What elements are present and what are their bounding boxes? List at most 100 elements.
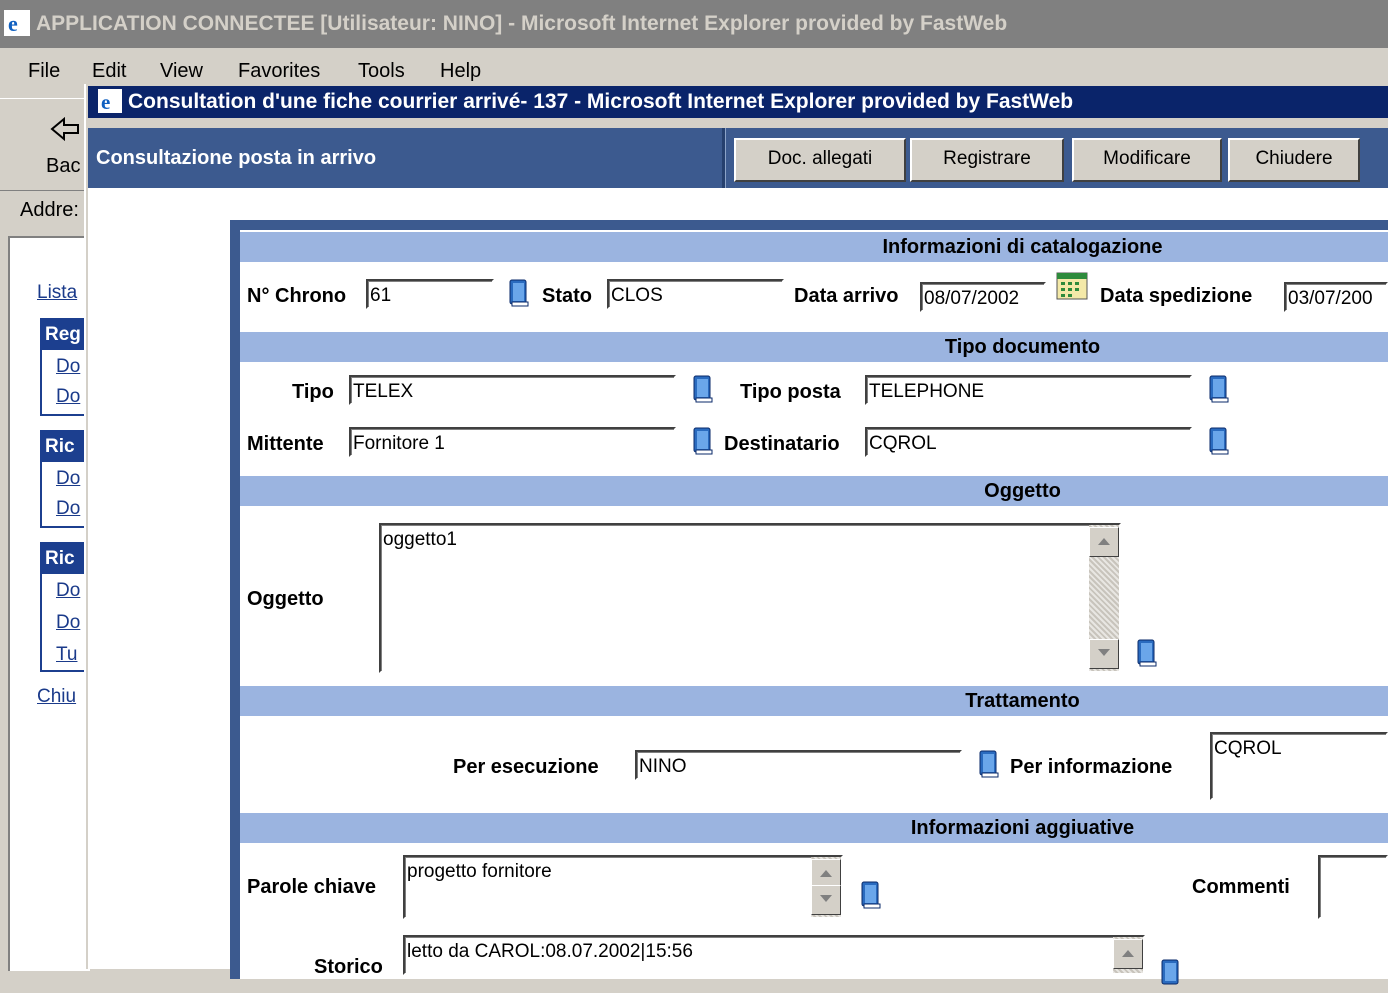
menu-file[interactable]: File xyxy=(28,60,60,83)
outer-window-titlebar: e APPLICATION CONNECTEE [Utilisateur: NI… xyxy=(0,0,1388,48)
left-box-3-header: Ric xyxy=(42,544,90,574)
left-box-3: Ric Do Do Tu xyxy=(40,542,90,672)
parole-chiave-scrollbar[interactable] xyxy=(811,857,841,917)
storico-scrollbar[interactable] xyxy=(1113,937,1143,973)
storico-lookup-book-icon[interactable] xyxy=(1160,958,1182,988)
stato-field[interactable]: CLOS xyxy=(607,279,784,309)
destinatario-field[interactable]: CQROL xyxy=(865,427,1192,457)
oggetto-label: Oggetto xyxy=(247,588,324,610)
left-box-2: Ric Do Do xyxy=(40,430,90,528)
section-catalogazione: Informazioni di catalogazione xyxy=(240,232,1388,262)
left-box-1: Reg Do Do xyxy=(40,318,90,416)
left-box-3-link-2[interactable]: Do xyxy=(56,612,80,634)
parole-chiave-textarea[interactable]: progetto fornitore xyxy=(403,855,843,919)
tipo-posta-label: Tipo posta xyxy=(740,381,841,403)
chrono-label: N° Chrono xyxy=(247,285,347,307)
section-tipo-documento: Tipo documento xyxy=(240,332,1388,362)
data-spedizione-label: Data spedizione xyxy=(1100,285,1253,307)
popup-titlebar: e Consultation d'une fiche courrier arri… xyxy=(88,86,1388,118)
left-box-1-header: Reg xyxy=(42,320,90,350)
per-informazione-textarea[interactable]: CQROL xyxy=(1210,732,1388,800)
back-button-label[interactable]: Bac xyxy=(46,155,80,178)
scroll-down-icon[interactable] xyxy=(1089,639,1119,669)
outer-page-content: Lista Reg Do Do Ric Do Do Ric Do Do Tu C… xyxy=(8,236,90,971)
storico-label: Storico xyxy=(314,956,383,978)
commenti-textarea[interactable] xyxy=(1318,855,1388,919)
parole-chiave-lookup-book-icon[interactable] xyxy=(860,880,882,910)
per-informazione-text: CQROL xyxy=(1214,738,1282,759)
storico-text: letto da CAROL:08.07.2002|15:56 xyxy=(407,941,693,962)
modificare-button[interactable]: Modificare xyxy=(1072,138,1222,182)
mittente-lookup-book-icon[interactable] xyxy=(692,426,714,456)
stato-label: Stato xyxy=(542,285,592,307)
commenti-label: Commenti xyxy=(1192,876,1290,898)
link-chiudi[interactable]: Chiu xyxy=(37,686,76,708)
per-esecuzione-field[interactable]: NINO xyxy=(635,750,962,780)
tipo-lookup-book-icon[interactable] xyxy=(692,374,714,404)
ie-logo-icon: e xyxy=(98,89,122,114)
page-title: Consultazione posta in arrivo xyxy=(96,147,377,169)
link-lista[interactable]: Lista xyxy=(37,282,77,304)
scroll-up-icon[interactable] xyxy=(1113,939,1143,969)
svg-text:e: e xyxy=(8,11,18,36)
address-label: Addre: xyxy=(20,199,79,221)
scroll-up-icon[interactable] xyxy=(1089,527,1119,557)
calendar-icon[interactable] xyxy=(1056,270,1090,302)
section-oggetto: Oggetto xyxy=(240,476,1388,506)
left-box-2-link-2[interactable]: Do xyxy=(56,498,80,520)
menu-view[interactable]: View xyxy=(160,60,203,83)
oggetto-textarea[interactable]: oggetto1 xyxy=(379,523,1121,673)
per-esecuzione-label: Per esecuzione xyxy=(453,756,599,778)
header-separator xyxy=(722,128,726,188)
oggetto-text: oggetto1 xyxy=(383,529,457,550)
tipo-posta-field[interactable]: TELEPHONE xyxy=(865,375,1192,405)
per-informazione-label: Per informazione xyxy=(1010,756,1173,778)
parole-chiave-text: progetto fornitore xyxy=(407,861,552,882)
left-box-3-link-3[interactable]: Tu xyxy=(56,644,77,666)
parole-chiave-label: Parole chiave xyxy=(247,876,376,898)
oggetto-scrollbar[interactable] xyxy=(1089,525,1119,671)
destinatario-lookup-book-icon[interactable] xyxy=(1208,426,1230,456)
section-tipo-documento-label: Tipo documento xyxy=(944,336,1101,358)
mittente-field[interactable]: Fornitore 1 xyxy=(349,427,676,457)
menu-tools[interactable]: Tools xyxy=(358,60,405,83)
left-box-1-link-1[interactable]: Do xyxy=(56,356,80,378)
chrono-field[interactable]: 61 xyxy=(366,279,494,309)
section-oggetto-label: Oggetto xyxy=(984,480,1061,502)
menu-help[interactable]: Help xyxy=(440,60,481,83)
section-catalogazione-label: Informazioni di catalogazione xyxy=(882,236,1163,258)
svg-text:e: e xyxy=(101,90,110,113)
section-trattamento-label: Trattamento xyxy=(965,690,1080,712)
oggetto-lookup-book-icon[interactable] xyxy=(1136,638,1158,668)
chiudere-button[interactable]: Chiudere xyxy=(1228,138,1360,182)
left-box-2-header: Ric xyxy=(42,432,90,462)
back-arrow-icon[interactable] xyxy=(50,116,80,146)
left-box-3-link-1[interactable]: Do xyxy=(56,580,80,602)
mittente-label: Mittente xyxy=(247,433,324,455)
outer-window-title: APPLICATION CONNECTEE [Utilisateur: NINO… xyxy=(36,12,1008,35)
data-arrivo-label: Data arrivo xyxy=(794,285,899,307)
data-spedizione-field[interactable]: 03/07/200 xyxy=(1284,282,1388,312)
stato-lookup-book-icon[interactable] xyxy=(508,278,530,308)
tipo-field[interactable]: TELEX xyxy=(349,375,676,405)
storico-textarea[interactable]: letto da CAROL:08.07.2002|15:56 xyxy=(403,935,1145,975)
scroll-down-icon[interactable] xyxy=(811,885,841,915)
menu-edit[interactable]: Edit xyxy=(92,60,126,83)
left-box-1-link-2[interactable]: Do xyxy=(56,386,80,408)
destinatario-label: Destinatario xyxy=(724,433,840,455)
tipo-posta-lookup-book-icon[interactable] xyxy=(1208,374,1230,404)
ie-logo-icon: e xyxy=(4,6,30,36)
left-box-2-link-1[interactable]: Do xyxy=(56,468,80,490)
data-arrivo-field[interactable]: 08/07/2002 xyxy=(920,282,1046,312)
registrare-button[interactable]: Registrare xyxy=(910,138,1064,182)
doc-allegati-button[interactable]: Doc. allegati xyxy=(734,138,906,182)
outer-toolbar: Bac xyxy=(0,98,90,189)
popup-title: Consultation d'une fiche courrier arrivé… xyxy=(128,90,1074,113)
menu-favorites[interactable]: Favorites xyxy=(238,60,320,83)
section-info-aggiuntive-label: Informazioni aggiuative xyxy=(910,817,1135,839)
section-trattamento: Trattamento xyxy=(240,686,1388,716)
per-esecuzione-lookup-book-icon[interactable] xyxy=(978,749,1000,779)
popup-header-bar: Consultazione posta in arrivo Doc. alleg… xyxy=(88,128,1388,188)
tipo-label: Tipo xyxy=(292,381,334,403)
address-bar: Addre: xyxy=(0,190,90,233)
